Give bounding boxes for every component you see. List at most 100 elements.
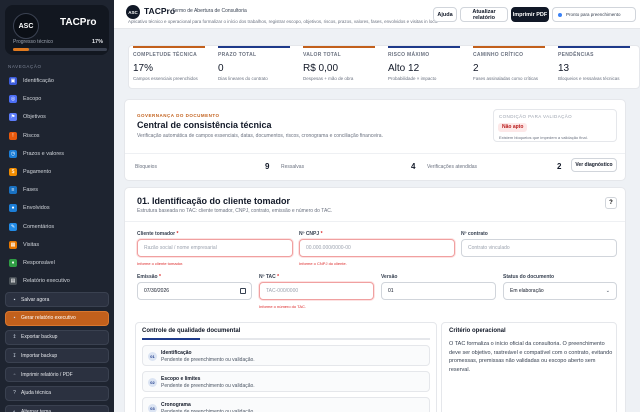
sidebar-item-visitas[interactable]: ▦ Visitas (5, 236, 109, 254)
progress-bar (13, 48, 107, 51)
summary-value: 13 (558, 63, 570, 74)
action-label: Ajuda técnica (21, 390, 52, 397)
print-pdf-button[interactable]: Imprimir PDF (511, 7, 549, 22)
sidebar-actions: ▪ Salvar agora ▪ Gerar relatório executivo ↥… (5, 292, 109, 412)
summary-label: VALOR TOTAL (303, 52, 342, 58)
ajuda-técnica-button[interactable]: ? Ajuda técnica (5, 385, 109, 401)
quality-item-number: 02 (148, 378, 157, 387)
quality-item-status: Pendente de preenchimento ou validação. (161, 357, 255, 363)
client-input[interactable]: Razão social / nome empresarial (137, 239, 293, 257)
quality-item-number: 01 (148, 352, 157, 361)
summary-label: CAMINHO CRÍTICO (473, 52, 524, 58)
summary-hint: Dias lineares do contrato (218, 76, 268, 81)
sidebar-item-escopo[interactable]: ◎ Escopo (5, 90, 109, 108)
sidebar-item-label: Escopo (23, 96, 42, 103)
card-accent-bar (388, 46, 460, 48)
summary-card: PRAZO TOTAL 0 Dias lineares do contrato (214, 46, 294, 90)
sidebar-item-label: Responsável (23, 259, 55, 266)
nav-section-label: NAVEGAÇÃO (8, 64, 42, 69)
app-name: TACPro (60, 17, 97, 28)
action-label: Exportar backup (21, 334, 58, 341)
summary-hint: Despesas + mão de obra (303, 76, 354, 81)
importar-backup-button[interactable]: ↧ Importar backup (5, 348, 109, 364)
sidebar-item-label: Envolvidos (23, 205, 50, 212)
sidebar-item-riscos[interactable]: ! Riscos (5, 127, 109, 145)
sidebar-item-objetivos[interactable]: ⚑ Objetivos (5, 108, 109, 126)
quality-progress-fill (142, 338, 200, 340)
summary-label: RISCO MÁXIMO (388, 52, 430, 58)
update-report-button[interactable]: Atualizar relatório (460, 7, 508, 22)
quality-item-name: Identificação (161, 350, 192, 356)
sidebar-item-pagamento[interactable]: $ Pagamento (5, 163, 109, 181)
stat-label-blocks: Bloqueios (135, 164, 157, 170)
summary-card: PENDÊNCIAS 13 Bloqueios e ressalvas técnic… (554, 46, 634, 90)
consistency-panel: GOVERNANÇA DO DOCUMENTO Central de consi… (124, 99, 626, 181)
layers-icon: ≡ (9, 186, 17, 195)
flag-icon: ⚑ (9, 113, 17, 122)
exportar-backup-button[interactable]: ↥ Exportar backup (5, 329, 109, 345)
status-select[interactable]: Em elaboração ⌄ (503, 282, 617, 300)
sidebar-item-identificação[interactable]: ▣ Identificação (5, 72, 109, 90)
sidebar-item-relatório-executivo[interactable]: ▤ Relatório executivo (5, 272, 109, 290)
emission-date-input[interactable]: 07/30/2026 (137, 282, 252, 300)
validation-label: CONDIÇÃO PARA VALIDAÇÃO (499, 114, 573, 119)
summary-label: PENDÊNCIAS (558, 52, 594, 58)
sidebar: ASC TACPro Progresso técnico 17% NAVEGAÇ… (0, 0, 114, 412)
app-logo: ASC (13, 13, 39, 39)
quality-item-status: Pendente de preenchimento ou validação. (161, 383, 255, 389)
tac-input[interactable]: TAC-000/0000 (259, 282, 374, 300)
summary-hint: Campos essenciais preenchidos (133, 76, 198, 81)
summary-hint: Bloqueios e ressalvas técnicas (558, 76, 620, 81)
criterion-text: O TAC formaliza o início oficial da cons… (449, 341, 613, 373)
status-label: Status do documento (503, 274, 555, 280)
cnpj-input[interactable]: 00.000.000/0000-00 (299, 239, 455, 257)
card-accent-bar (473, 46, 545, 48)
divider (125, 221, 625, 222)
calendar-icon[interactable] (240, 288, 246, 294)
comment-icon: ✎ (9, 222, 17, 231)
stat-label-reservations: Ressalvas (281, 164, 305, 170)
summary-card: RISCO MÁXIMO Alto 12 Probabilidade × impac… (384, 46, 464, 90)
sidebar-item-envolvidos[interactable]: ● Envolvidos (5, 199, 109, 217)
card-accent-bar (558, 46, 630, 48)
sidebar-item-prazos-e-valores[interactable]: ◷ Prazos e valores (5, 145, 109, 163)
summary-value: R$ 0,00 (303, 63, 339, 74)
help-button[interactable]: Ajuda (433, 7, 457, 22)
summary-card: COMPLETUDE TÉCNICA 17% Campos essenciais p… (129, 46, 209, 90)
salvar-agora-button[interactable]: ▪ Salvar agora (5, 292, 109, 307)
save-icon: ▪ (13, 296, 16, 303)
alternar-tema-button[interactable]: ◐Alternar tema (5, 404, 109, 412)
status-dot-icon (558, 12, 562, 17)
client-error: Informe o cliente tomador. (137, 261, 184, 266)
header-description: Aplicativo técnico e operacional para fo… (128, 19, 439, 24)
header-subtitle: Termo de Abertura de Consultoria (172, 8, 247, 14)
quality-progress-bar (142, 338, 430, 340)
gerar-relatório-executivo-button[interactable]: ▪ Gerar relatório executivo (5, 310, 109, 326)
sidebar-item-label: Prazos e valores (23, 150, 64, 157)
identification-section: 01. Identificação do cliente tomador Est… (124, 187, 626, 412)
summary-hint: Probabilidade × impacto (388, 76, 437, 81)
sidebar-item-fases[interactable]: ≡ Fases (5, 181, 109, 199)
export-icon: ↥ (12, 334, 17, 341)
imprimir-relatório-pdf-button[interactable]: ▫ Imprimir relatório / PDF (5, 367, 109, 383)
view-diagnostic-button[interactable]: Ver diagnóstico (571, 158, 617, 172)
section-title: 01. Identificação do cliente tomador (137, 196, 291, 206)
target-icon: ◎ (9, 95, 17, 104)
sidebar-item-label: Comentários (23, 223, 55, 230)
sidebar-item-responsável[interactable]: ♦ Responsável (5, 254, 109, 272)
validation-note: Existem bloqueios que impedem a validaçã… (499, 135, 588, 140)
quality-item[interactable]: 01 Identificação Pendente de preenchimento… (142, 345, 430, 366)
quality-item[interactable]: 02 Escopo e limites Pendente de preenchime… (142, 371, 430, 392)
person-icon: ♦ (9, 258, 17, 267)
summary-value: 17% (133, 63, 154, 74)
version-label: Versão (381, 274, 398, 280)
version-input[interactable]: 01 (381, 282, 496, 300)
header-logo: ASC (126, 5, 140, 19)
contract-input[interactable]: Contrato vinculado (461, 239, 617, 257)
sidebar-item-label: Identificação (23, 78, 54, 85)
quality-item[interactable]: 03 Cronograma Pendente de preenchimento ou… (142, 397, 430, 412)
report-icon: ▤ (9, 277, 17, 286)
consistency-eyebrow: GOVERNANÇA DO DOCUMENTO (137, 113, 220, 118)
section-help-button[interactable]: ? (605, 197, 617, 209)
sidebar-item-comentários[interactable]: ✎ Comentários (5, 218, 109, 236)
